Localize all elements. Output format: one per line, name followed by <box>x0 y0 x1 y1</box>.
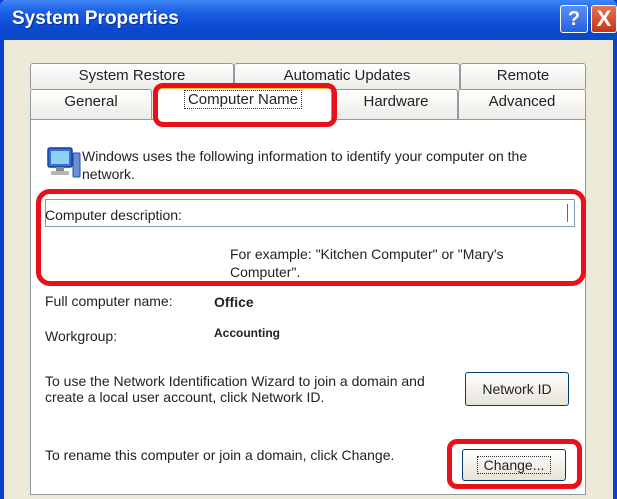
computer-description-label: Computer description: <box>45 207 182 223</box>
title-bar[interactable]: System Properties ? X <box>0 0 617 40</box>
change-button[interactable]: Change... <box>462 449 566 481</box>
close-icon: X <box>596 6 612 31</box>
workgroup-label: Workgroup: <box>45 328 118 344</box>
change-button-label: Change... <box>476 456 552 474</box>
network-id-button[interactable]: Network ID <box>465 372 569 406</box>
description-example: For example: "Kitchen Computer" or "Mary… <box>230 246 504 280</box>
network-id-button-label: Network ID <box>482 381 552 397</box>
tab-remote[interactable]: Remote <box>460 63 586 89</box>
tab-label: System Restore <box>78 67 186 84</box>
computer-icon <box>47 147 81 178</box>
full-computer-name-value: Office <box>214 294 254 310</box>
network-id-text: To use the Network Identification Wizard… <box>45 373 425 405</box>
tab-label: Hardware <box>363 93 429 110</box>
tab-computer-name[interactable]: Computer Name <box>154 86 332 120</box>
window-title: System Properties <box>12 8 179 29</box>
tab-hardware[interactable]: Hardware <box>334 89 458 119</box>
tab-label: Automatic Updates <box>283 67 411 84</box>
help-button[interactable]: ? <box>560 5 588 33</box>
tab-label: Computer Name <box>183 90 303 109</box>
text-caret <box>567 204 568 222</box>
tab-advanced[interactable]: Advanced <box>458 89 586 119</box>
tab-general[interactable]: General <box>30 89 152 119</box>
change-text: To rename this computer or join a domain… <box>45 447 395 463</box>
tab-label: General <box>64 93 118 110</box>
tab-label: Advanced <box>488 93 556 110</box>
close-button[interactable]: X <box>591 5 617 33</box>
help-icon: ? <box>567 8 581 30</box>
workgroup-value: Accounting <box>214 326 280 340</box>
intro-text: Windows uses the following information t… <box>82 148 528 182</box>
tab-label: Remote <box>496 67 550 84</box>
full-computer-name-label: Full computer name: <box>45 293 173 309</box>
